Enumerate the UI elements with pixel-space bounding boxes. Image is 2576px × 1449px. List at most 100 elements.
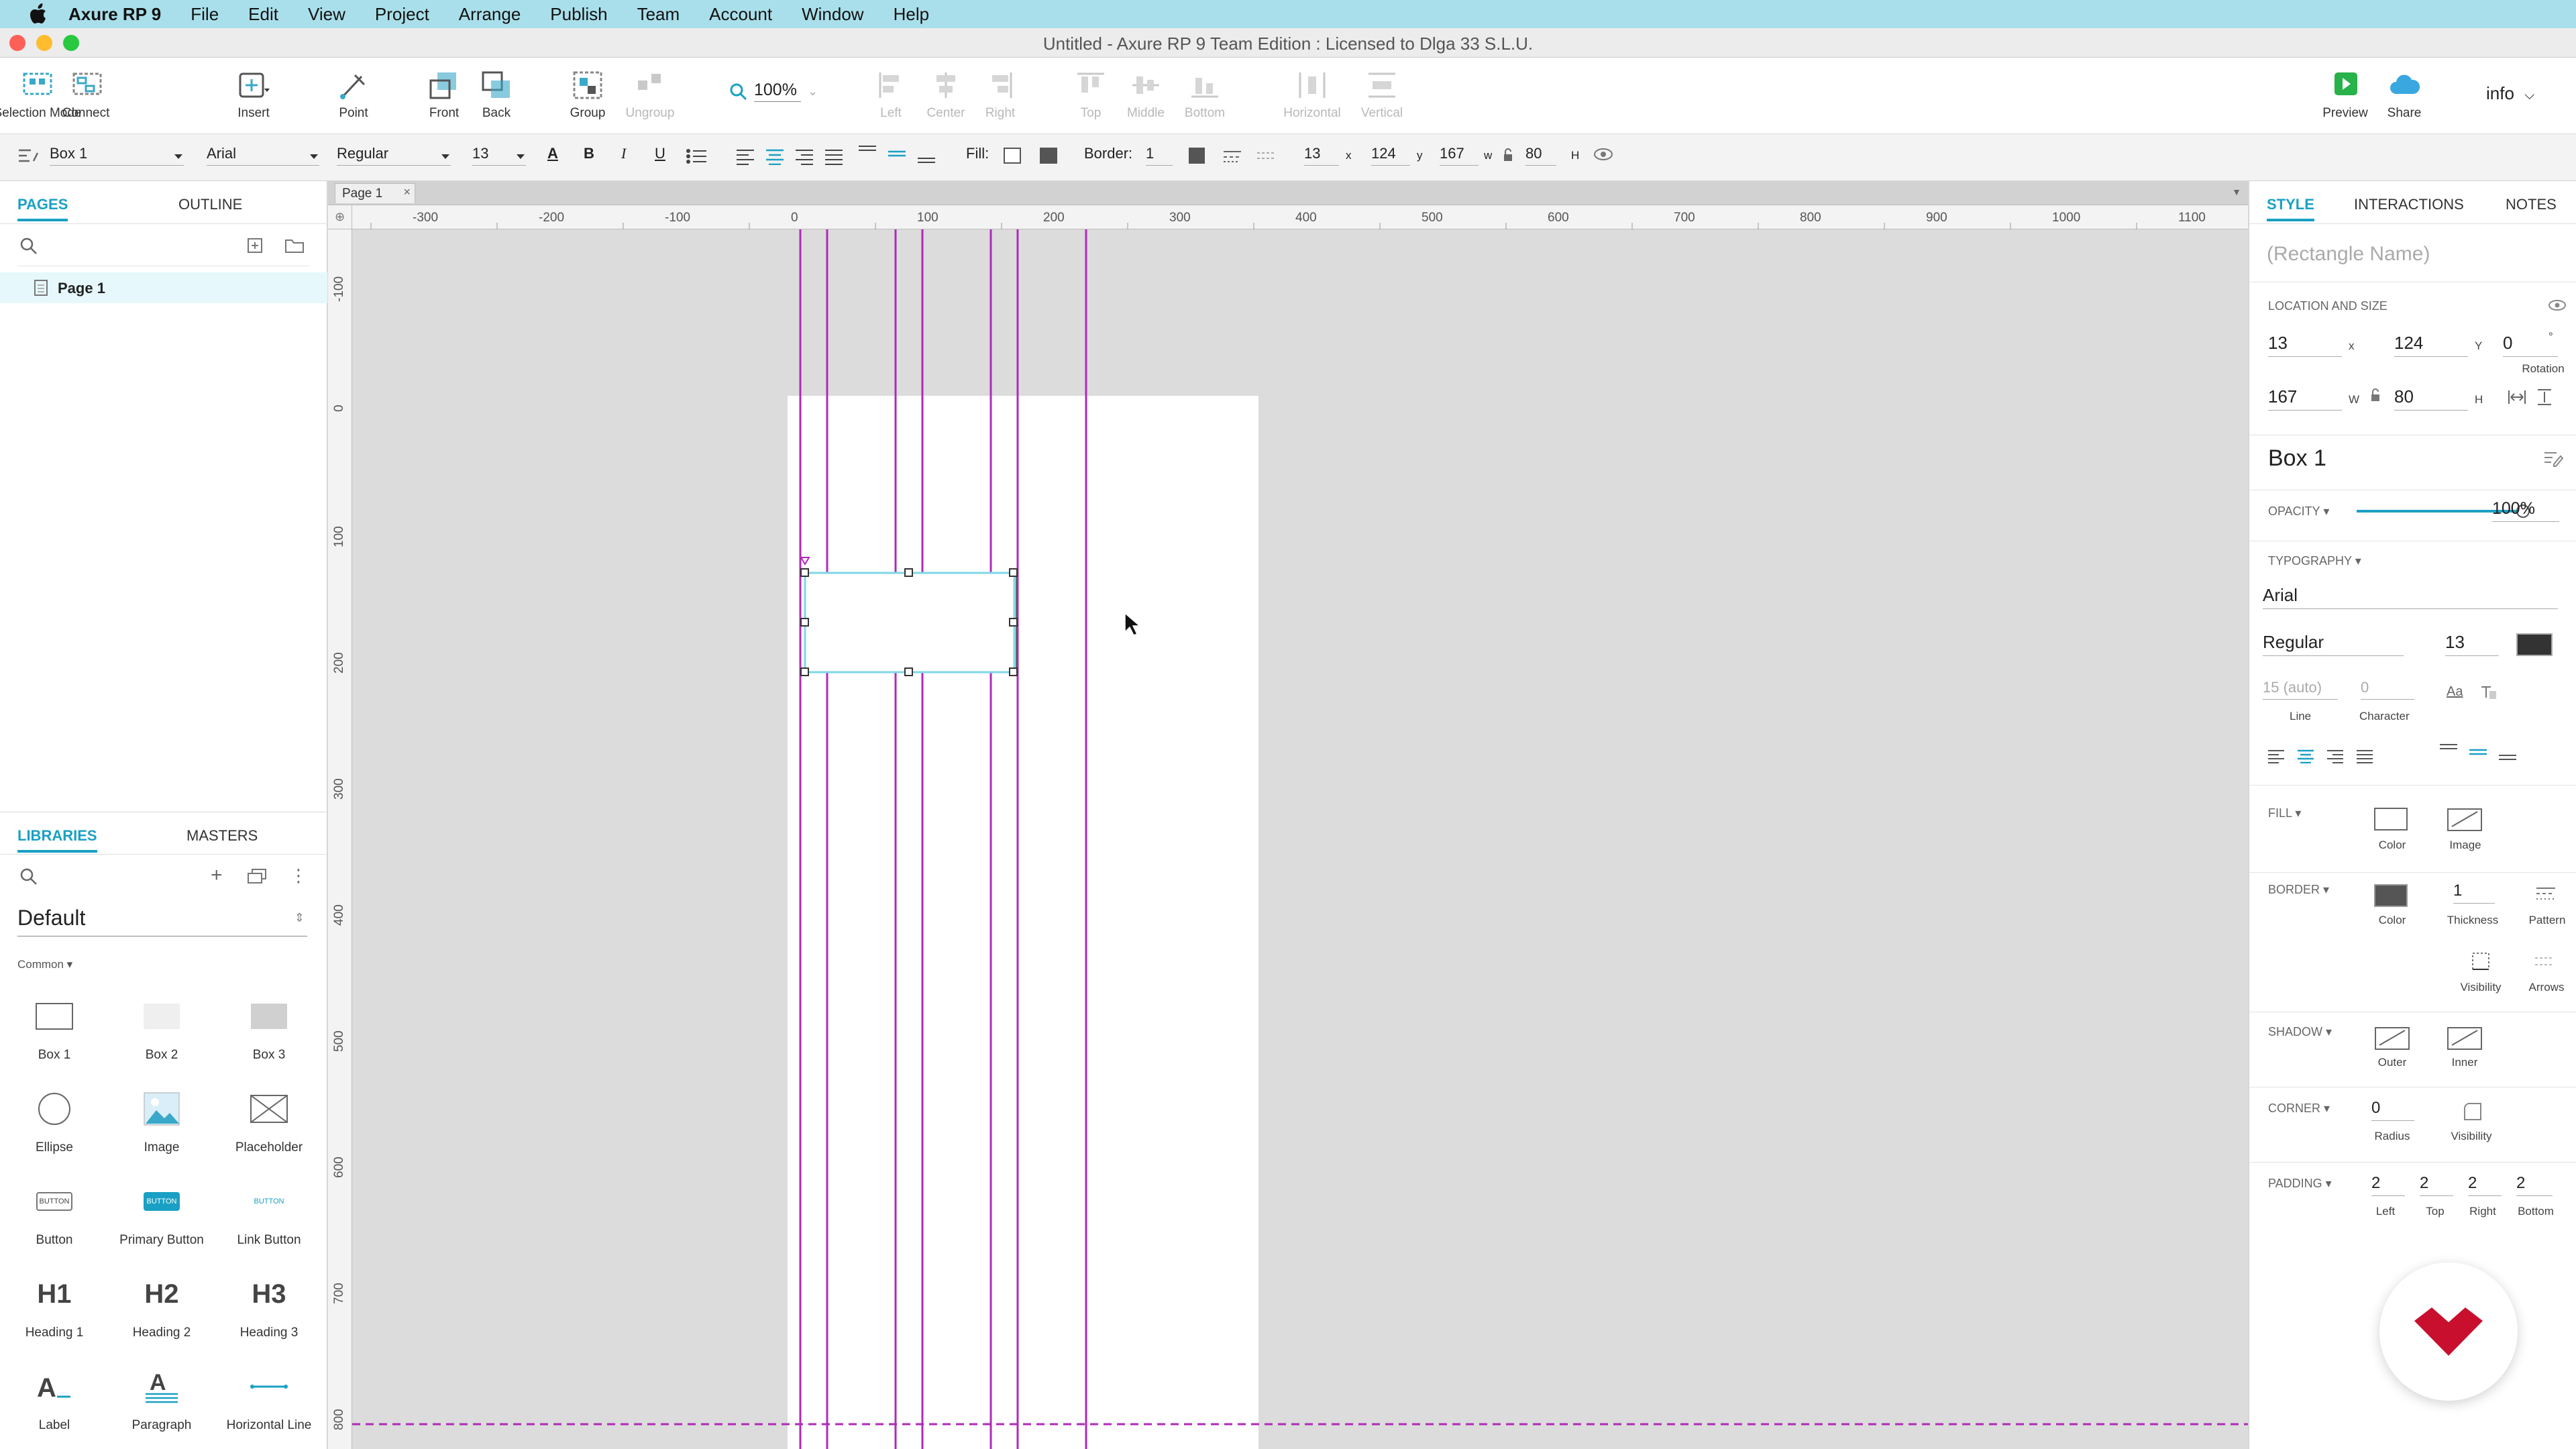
tab-interactions[interactable]: INTERACTIONS [2354,196,2464,213]
border-thickness-field[interactable]: 1 [2453,881,2495,904]
border-visibility-icon[interactable] [2471,951,2491,975]
font-size-field[interactable]: 13 [2445,632,2499,656]
h-field[interactable]: 80 [1525,145,1556,166]
valign-middle-icon[interactable] [887,144,907,168]
bold-button[interactable]: B [584,145,594,162]
padding-left-field[interactable]: 2 [2371,1174,2405,1196]
arrow-style-icon[interactable] [1256,148,1276,168]
menu-app[interactable]: Axure RP 9 [68,4,161,25]
connect-button[interactable]: Connect [36,70,136,121]
widget-heading-2[interactable]: H2 Heading 2 [107,1271,216,1363]
fill-color-swatch[interactable] [1004,148,1021,164]
text-case-icon[interactable]: Aa [2447,684,2463,700]
menu-project[interactable]: Project [375,4,429,25]
w-field[interactable]: 167 [1440,145,1479,166]
add-library-icon[interactable]: + [211,864,223,887]
widget-ellipse[interactable]: Ellipse [0,1085,109,1178]
widget-box-1[interactable]: Box 1 [0,993,109,1085]
box-1-widget[interactable] [804,572,1016,674]
edit-style-icon[interactable] [2543,449,2564,471]
font-color-swatch[interactable] [2516,633,2553,656]
italic-button[interactable]: I [621,145,626,162]
widget-placeholder[interactable]: Placeholder [215,1085,323,1178]
font-family-select[interactable]: Arial [207,145,319,166]
font-size-select[interactable]: 13 [472,145,526,166]
menu-file[interactable]: File [191,4,219,25]
menu-arrange[interactable]: Arrange [459,4,521,25]
more-vertical-icon[interactable]: ⋮ [290,865,307,886]
close-tab-icon[interactable]: × [403,185,411,199]
visibility-eye-icon[interactable] [1593,146,1614,166]
border-color-swatch[interactable] [1189,148,1205,164]
design-canvas[interactable]: Page 1 × ▼ -300 -200 -100 0 100 200 300 … [328,181,2248,1449]
search-icon[interactable] [19,236,39,260]
valign-top-icon[interactable] [2438,742,2459,765]
menu-account[interactable]: Account [709,4,772,25]
valign-top-icon[interactable] [857,144,877,168]
fill-shadow-swatch[interactable] [1040,148,1057,164]
ungroup-button[interactable]: Ungroup [600,70,700,121]
page-list-item[interactable]: Page 1 [0,272,327,303]
widget-heading-3[interactable]: H3 Heading 3 [215,1271,323,1363]
widget-name-select[interactable]: Box 1 [50,145,184,166]
fill-image-icon[interactable] [2447,808,2483,836]
text-justify-icon[interactable] [2355,749,2374,767]
padding-right-field[interactable]: 2 [2468,1174,2502,1196]
library-select[interactable]: Default ⇕ [17,906,307,936]
widget-primary-button[interactable]: BUTTON Primary Button [107,1178,216,1271]
apple-icon[interactable] [27,3,52,24]
fit-height-icon[interactable] [2536,388,2553,411]
text-align-right-icon[interactable] [2326,749,2345,767]
align-text-center-icon[interactable] [765,148,785,169]
text-align-left-icon[interactable] [2267,749,2286,767]
tab-outline[interactable]: OUTLINE [178,196,242,213]
valign-bottom-icon[interactable] [2498,742,2518,765]
width-field[interactable]: 167 [2268,386,2342,411]
x-field[interactable]: 13 [1304,145,1339,166]
widget-link-button[interactable]: BUTTON Link Button [215,1178,323,1271]
library-options-icon[interactable] [247,868,267,888]
align-text-left-icon[interactable] [735,148,755,169]
border-pattern-icon[interactable] [2535,885,2557,906]
widget-box-3[interactable]: Box 3 [215,993,323,1085]
add-folder-icon[interactable] [284,237,305,259]
font-family-select[interactable]: Arial [2263,585,2558,609]
lock-icon[interactable] [1503,148,1513,166]
tab-overflow-icon[interactable]: ▼ [2232,186,2241,197]
bullet-list-icon[interactable] [686,148,707,169]
line-spacing-field[interactable]: 15 (auto) [2263,679,2338,700]
opacity-field[interactable]: 100% [2492,499,2559,522]
page-tab[interactable]: Page 1 × [335,183,415,203]
widget-label[interactable]: A Label [0,1363,109,1449]
fit-width-icon[interactable] [2507,389,2527,409]
widget-box-2[interactable]: Box 2 [107,993,216,1085]
y-field[interactable]: 124 [1371,145,1410,166]
distribute-vertical-button[interactable]: Vertical [1332,70,1432,121]
ruler-origin-icon[interactable]: ⊕ [328,205,352,229]
widget-style-icon[interactable] [17,146,39,169]
x-field[interactable]: 13 [2268,333,2342,357]
arrows-icon[interactable] [2534,953,2555,974]
padding-bottom-field[interactable]: 2 [2516,1174,2553,1196]
menu-edit[interactable]: Edit [248,4,278,25]
visibility-eye-icon[interactable] [2547,298,2567,317]
menu-window[interactable]: Window [802,4,863,25]
style-name[interactable]: Box 1 [2268,445,2326,472]
inner-shadow-icon[interactable] [2447,1026,2483,1055]
text-align-center-icon[interactable] [2296,749,2315,767]
library-search-icon[interactable] [19,867,39,891]
widget-image[interactable]: Image [107,1085,216,1178]
border-thickness-field[interactable]: 1 [1146,145,1173,166]
font-style-select[interactable]: Regular [2263,632,2404,656]
lock-aspect-icon[interactable] [2370,388,2381,407]
outer-shadow-icon[interactable] [2374,1026,2410,1055]
fill-color-swatch[interactable] [2374,808,2408,830]
insert-button[interactable]: Insert [203,70,304,121]
widget-paragraph[interactable]: A Paragraph [107,1363,216,1449]
menu-help[interactable]: Help [894,4,929,25]
height-field[interactable]: 80 [2394,386,2468,411]
border-color-swatch[interactable] [2374,884,2408,907]
rotation-handle[interactable] [800,557,810,566]
tab-masters[interactable]: MASTERS [186,827,258,845]
font-style-select[interactable]: Regular [337,145,451,166]
